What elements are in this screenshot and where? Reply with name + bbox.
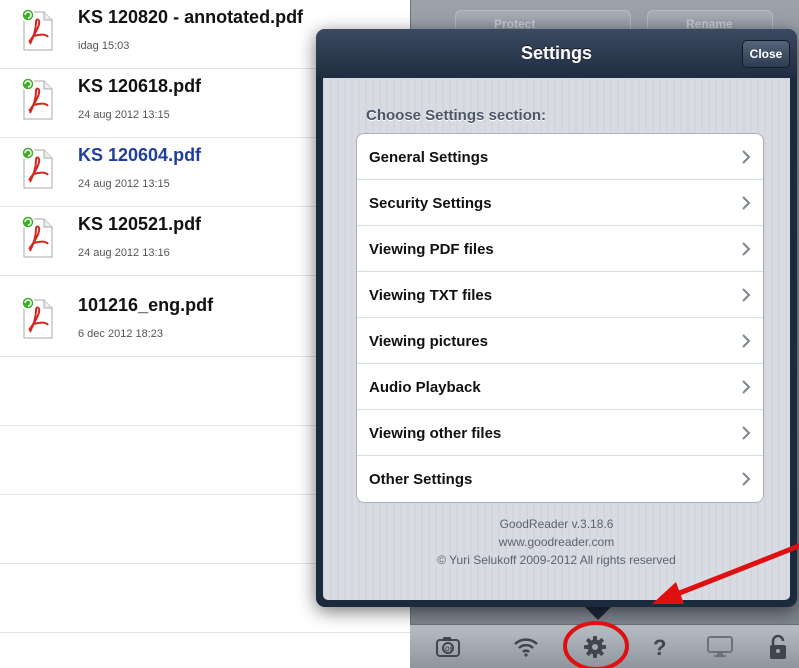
chevron-right-icon <box>742 380 751 394</box>
settings-item-general[interactable]: General Settings <box>357 134 763 180</box>
wifi-icon[interactable] <box>506 625 546 668</box>
settings-item-other[interactable]: Other Settings <box>357 456 763 502</box>
file-name: 101216_eng.pdf <box>78 295 214 315</box>
close-button[interactable]: Close <box>742 40 790 68</box>
settings-list: General Settings Security Settings Viewi… <box>356 133 764 503</box>
chevron-right-icon <box>742 150 751 164</box>
file-date: 6 dec 2012 18:23 <box>78 328 164 340</box>
file-name: KS 120618.pdf <box>78 76 202 96</box>
pdf-file-icon <box>21 8 53 51</box>
settings-item-label: Viewing TXT files <box>369 287 493 304</box>
settings-popover: Settings Close Choose Settings section: … <box>316 29 797 607</box>
file-name: KS 120604.pdf <box>78 145 202 165</box>
website-text: www.goodreader.com <box>498 535 615 549</box>
chevron-right-icon <box>742 426 751 440</box>
file-name: KS 120521.pdf <box>78 214 202 234</box>
chevron-right-icon <box>742 242 751 256</box>
svg-text:OS: OS <box>445 647 454 653</box>
settings-item-label: Viewing pictures <box>369 333 488 350</box>
chevron-right-icon <box>742 334 751 348</box>
file-date: 24 aug 2012 13:15 <box>78 178 170 190</box>
chevron-right-icon <box>742 472 751 486</box>
file-name: KS 120820 - annotated.pdf <box>78 7 304 27</box>
popover-body: Choose Settings section: General Setting… <box>323 78 790 600</box>
settings-item-label: Viewing other files <box>369 425 502 442</box>
gear-icon[interactable] <box>575 625 615 668</box>
lock-icon[interactable] <box>758 625 798 668</box>
file-date: 24 aug 2012 13:16 <box>78 247 170 259</box>
settings-item-label: Audio Playback <box>369 379 481 396</box>
file-date: 24 aug 2012 13:15 <box>78 109 170 121</box>
file-date: idag 15:03 <box>78 40 130 52</box>
version-text: GoodReader v.3.18.6 <box>499 517 614 531</box>
camera-os-icon[interactable]: OS <box>428 625 468 668</box>
pdf-file-icon <box>21 296 53 339</box>
settings-item-label: Security Settings <box>369 195 492 212</box>
monitor-icon[interactable] <box>700 625 740 668</box>
popover-header: Settings Close <box>316 29 797 78</box>
help-icon[interactable]: ? <box>640 625 680 668</box>
svg-text:?: ? <box>653 635 666 659</box>
settings-item-audio-playback[interactable]: Audio Playback <box>357 364 763 410</box>
copyright-text: © Yuri Selukoff 2009-2012 All rights res… <box>437 553 676 567</box>
pdf-file-icon <box>21 77 53 120</box>
settings-item-viewing-txt[interactable]: Viewing TXT files <box>357 272 763 318</box>
popover-title: Settings <box>520 43 592 63</box>
chevron-right-icon <box>742 288 751 302</box>
settings-item-security[interactable]: Security Settings <box>357 180 763 226</box>
settings-item-label: Viewing PDF files <box>369 241 494 258</box>
settings-item-viewing-other[interactable]: Viewing other files <box>357 410 763 456</box>
settings-item-viewing-pdf[interactable]: Viewing PDF files <box>357 226 763 272</box>
settings-item-label: Other Settings <box>369 471 473 488</box>
pdf-file-icon <box>21 215 53 258</box>
bottom-toolbar: OS ? <box>410 624 799 668</box>
section-heading: Choose Settings section: <box>366 107 547 124</box>
popover-arrow <box>583 605 613 620</box>
settings-item-label: General Settings <box>369 149 489 166</box>
chevron-right-icon <box>742 196 751 210</box>
pdf-file-icon <box>21 146 53 189</box>
settings-item-viewing-pictures[interactable]: Viewing pictures <box>357 318 763 364</box>
